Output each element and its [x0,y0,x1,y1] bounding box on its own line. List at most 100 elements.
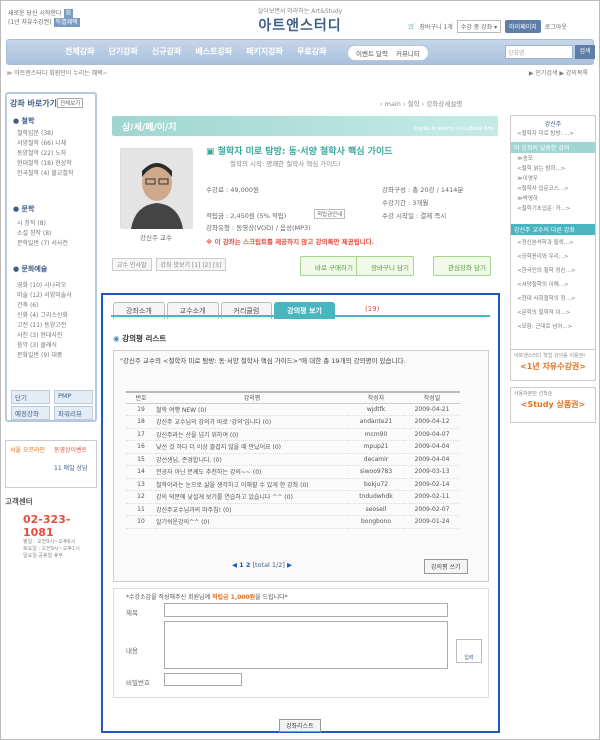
sidebar-item[interactable]: 음악 (3) 클래식 [17,340,57,349]
row-review[interactable]: 낯선 것 하다 더 이상 즐겁지 않을 때 만났어요 (0) [156,440,348,454]
video-event-promo[interactable]: 동영상이벤트 [54,445,87,454]
add-to-wishlist-button[interactable]: 관심강좌 담기 [433,256,491,276]
right-item[interactable]: <문학의 철학적 이...> [517,308,570,316]
daily-consult-promo[interactable]: 11 매일 상담 [54,463,88,472]
ad-free-pass[interactable]: 아트앤스터디 학업 강의를 이용권! <1년 자유수강권> [510,349,596,381]
row-review[interactable]: 전공자 아닌 분께도 추천하는 강의~~ (0) [156,465,348,479]
view-all-button[interactable]: 전체보기 [57,98,84,108]
page-links[interactable]: 1 2 [239,561,250,569]
buy-now-button[interactable]: 바로 구매하기 [300,256,358,276]
table-row[interactable]: 15 강선생님, 존경합니다. (0) decamir 2009-04-04 [126,453,460,466]
header-promo[interactable]: 새로운 당신 시작한다 회 (1년 자유수강권) 특별혜택 [8,9,80,27]
prev-page-icon[interactable]: ◀ [232,561,237,569]
nav-best-courses[interactable]: 베스트강좌 [195,46,232,57]
next-page-icon[interactable]: ▶ [287,561,292,569]
sidebar-item[interactable]: 문학일반 (7) 서사전 [17,238,68,247]
table-row[interactable]: 13 철학이라는 눈으로 삶을 생각하고 이해할 수 있게 한 강좌 (0) bok… [126,478,460,491]
table-row[interactable]: 10 알기쉬운강의^^ (0) bongbono 2009-01-24 [126,515,460,529]
review-list-title: ◉ 강의평 리스트 [113,333,166,344]
right-item[interactable]: <철학기초입문: 카...> [517,204,570,212]
sidebar-item[interactable]: 소설 창작 (8) [17,228,51,237]
add-to-cart-button[interactable]: 장바구니 담기 [356,256,414,276]
benefit-ticker[interactable]: ≫ 아트앤스터디 회원만이 누리는 혜택~ [6,70,108,77]
site-logo[interactable]: 살아보면서 마라하는 Art&Study 아트앤스터디 [230,6,370,35]
sidebar-item[interactable]: 신화 (4) 그리스신화 [17,310,68,319]
title-input[interactable] [164,603,448,617]
right-item[interactable]: <철학자 미로 탐방: ...> [517,129,574,137]
sidebar-item[interactable]: 한국철학 (4) 불교철학 [17,168,73,177]
sidebar-item[interactable]: 문화일반 (9) 대중 [17,350,62,359]
table-row[interactable]: 17 강신주라는 산을 넘기 위하여 (0) mcm90 2009-04-07 [126,428,460,441]
right-item[interactable]: ≫이영우 [517,174,538,182]
promo-banners[interactable]: 서울 오프라인 동영상이벤트 11 매일 상담 [5,440,97,488]
course-select[interactable]: 수강 중 강좌 ▾ [456,20,502,33]
row-review[interactable]: 강선생님, 존경합니다. (0) [156,453,348,466]
right-item[interactable]: <철학 읽는 밤하...> [517,164,565,172]
community-link[interactable]: 커뮤니티 [396,48,420,58]
row-review[interactable]: 알기쉬운강의^^ (0) [156,515,348,529]
row-review[interactable]: 철학이라는 눈으로 삶을 생각하고 이해할 수 있게 한 강좌 (0) [156,478,348,491]
right-item[interactable]: <모함: 근대로 넘어...> [517,322,572,330]
table-row[interactable]: 11 강신주교수님과의 마주침! (0) seosell 2009-02-07 [126,503,460,516]
sidebar-item[interactable]: 서양철학 (66) 니체 [17,138,66,147]
write-review-button[interactable]: 강의평 쓰기 [424,559,468,574]
sidebar-item[interactable]: 사진 (3) 현대사진 [17,330,62,339]
sidebar-item[interactable]: 건축 (6) [17,300,38,309]
table-row[interactable]: 14 전공자 아닌 분께도 추천하는 강의~~ (0) siwoo9783 2009-… [126,465,460,479]
row-review[interactable]: 강신주 교수님의 강의가 바로 '강의'입니다 (0) [156,415,348,429]
category-literature[interactable]: ● 문학 [13,204,34,214]
nav-new-courses[interactable]: 신규강좌 [152,46,181,57]
body-textarea[interactable] [164,621,448,669]
event-calendar-link[interactable]: 이벤트 달력 [356,48,388,58]
row-review[interactable]: 강신주교수님과의 마주침! (0) [156,503,348,516]
password-input[interactable] [164,673,242,686]
right-item[interactable]: ≫박영하 [517,194,538,202]
category-philosophy[interactable]: ● 철학 [13,116,34,126]
right-item[interactable]: ≫송모 [517,154,533,162]
right-item[interactable]: <서양철학의 이해...> [517,280,569,288]
table-row[interactable]: 12 강의 덕분에 낯설게 보기를 연습하고 있습니다 ^^ (0) tndudwh… [126,490,460,504]
popular-links[interactable]: ▶ 인기검색 ▶ 강의목록 [529,68,588,77]
nav-package-courses[interactable]: 패키지강좌 [246,46,283,57]
sidebar-item[interactable]: 시 창작 (8) [17,218,46,227]
upcoming-course-button[interactable]: 예정강좌 [11,406,50,420]
category-arts[interactable]: ● 문화예술 [13,264,47,274]
ad-study-voucher[interactable]: 사용자분만 선착순 <Study 상품권> [510,387,596,423]
nav-short-courses[interactable]: 단기강좌 [108,46,137,57]
table-row[interactable]: 16 낯선 것 하다 더 이상 즐겁지 않을 때 만났어요 (0) mpup21 20… [126,440,460,454]
logout-link[interactable]: 로그아웃 [545,22,567,31]
course-list-button[interactable]: 강좌리스트 [279,719,321,732]
points-info-button[interactable]: 적립금안내 [314,209,346,219]
professor-greeting-button[interactable]: 교수 인사말 [112,258,152,271]
right-item[interactable]: <공학윤리와 우리...> [517,252,569,260]
sidebar-item[interactable]: 고전 (11) 동양고전 [17,320,66,329]
course-preview-button[interactable]: 강좌 맛보기 [1] [2] [3] [155,258,227,271]
table-row[interactable]: 19 철학 여행 NEW (0) wjdtfk 2009-04-21 [126,403,460,416]
row-review[interactable]: 강의 덕분에 낯설게 보기를 연습하고 있습니다 ^^ (0) [156,490,348,504]
right-item[interactable]: <철학사 입문코스...> [517,184,569,192]
sidebar-item[interactable]: 동양철학 (22) 노자 [17,148,66,157]
search-input[interactable]: 강좌명 [505,45,573,59]
sidebar-item[interactable]: 미술 (12) 서양미술사 [17,290,72,299]
pmp-button[interactable]: PMP [54,390,93,404]
power-review-button[interactable]: 파워리뷰 [54,406,93,420]
right-item[interactable]: <한국인의 철학 정신...> [517,266,575,274]
col-number: 번호 [126,391,156,404]
right-item[interactable]: <정신분석학과 들뢰...> [517,238,574,246]
cart-link[interactable]: 장바구니 1개 [419,22,452,31]
offline-promo[interactable]: 서울 오프라인 [10,445,45,454]
sidebar-item[interactable]: 철학입문 (38) [17,128,53,137]
search-button[interactable]: 검색 [575,45,595,59]
sidebar-item[interactable]: 현대철학 (18) 현상학 [17,158,72,167]
submit-review-button[interactable]: 입력 [456,639,482,663]
sidebar-item[interactable]: 영화 (10) 시나리오 [17,280,66,289]
right-item[interactable]: <현대 사회철학의 정...> [517,294,575,302]
row-author: bokju72 [348,478,404,491]
nav-free-courses[interactable]: 무료강좌 [297,46,326,57]
mypage-button[interactable]: 마이페이지 [505,20,541,33]
nav-all-courses[interactable]: 전체강좌 [65,46,94,57]
table-row[interactable]: 18 강신주 교수님의 강의가 바로 '강의'입니다 (0) andante21 20… [126,415,460,429]
row-review[interactable]: 철학 여행 NEW (0) [156,403,348,416]
short-course-button[interactable]: 단기 [11,390,50,404]
row-review[interactable]: 강신주라는 산을 넘기 위하여 (0) [156,428,348,441]
